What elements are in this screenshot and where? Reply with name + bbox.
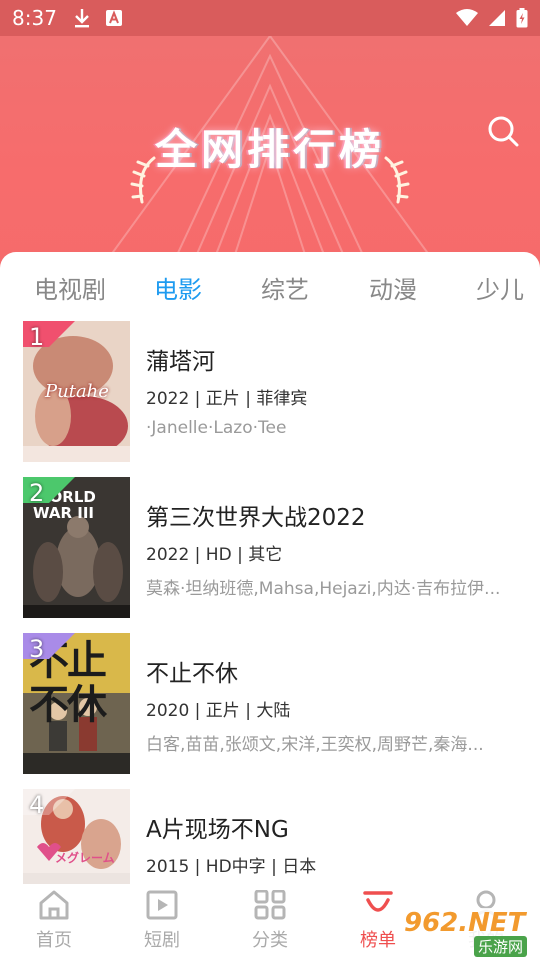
tab-movies[interactable]: 电影 [154,270,202,305]
movie-title: 不止不休 [146,661,238,687]
watermark-sub: 乐游网 [474,936,528,957]
movie-meta: 2022 | 正片 | 菲律宾 [146,389,308,409]
poster-title: Putahe [45,381,109,402]
nav-label: 分类 [252,930,288,951]
nav-label: 短剧 [144,930,180,951]
site-watermark: 962.NET 乐游网 [400,908,536,957]
movie-meta: 2020 | 正片 | 大陆 [146,701,291,721]
battery-icon [516,8,528,28]
list-item[interactable]: Putahe 1 蒲塔河 2022 | 正片 | 菲律宾 ·Janelle·La… [0,320,540,476]
movie-title: A片现场不NG [146,817,289,843]
movie-actors: ·Janelle·Lazo·Tee [146,418,287,438]
wifi-icon [456,9,478,26]
list-item[interactable]: メグレーム 4 A片现场不NG 2015 | HD中字 | 日本 [0,788,540,884]
movie-meta: 2015 | HD中字 | 日本 [146,857,317,877]
nav-label: 首页 [36,930,72,951]
signal-icon [489,10,505,26]
list-item[interactable]: 不止不休 3 不止不休 2020 | 正片 | 大陆 白客,苗苗,张颂文,宋洋,… [0,632,540,788]
rank-number: 1 [29,323,45,351]
movie-meta: 2022 | HD | 其它 [146,545,283,565]
movie-title: 第三次世界大战2022 [146,505,366,531]
rank-number: 3 [29,635,45,663]
rank-number: 2 [29,479,45,507]
movie-actors: 莫森·坦纳班德,Mahsa,Hejazi,内达·吉布拉伊... [146,579,501,599]
app-notification-icon [105,10,122,26]
search-icon[interactable] [486,114,520,148]
page-title: 全网排行榜 [154,125,385,174]
play-box-icon [146,890,178,920]
grid-icon [254,889,286,920]
category-tabs: 电视剧 电影 综艺 动漫 少儿 [0,270,540,310]
home-icon [39,890,69,920]
ranking-header: 全网排行榜 [0,36,540,270]
movie-title: 蒲塔河 [146,349,215,375]
ranking-panel: 电视剧 电影 综艺 动漫 少儿 Putahe 1 蒲塔河 2022 | 正片 |… [0,252,540,960]
tab-tv-series[interactable]: 电视剧 [34,270,106,305]
rank-number: 4 [29,791,45,819]
tab-kids[interactable]: 少儿 [476,270,524,305]
list-item[interactable]: WORLD WAR III 2 第三次世界大战2022 2022 | HD | 其… [0,476,540,632]
nav-category[interactable]: 分类 [230,889,310,952]
ranking-icon [363,891,393,912]
movie-actors: 白客,苗苗,张颂文,宋洋,王奕权,周野芒,秦海... [146,735,484,755]
poster-title: メグレーム [55,851,115,865]
movie-poster: 不止不休 3 [23,633,130,774]
status-time: 8:37 [12,6,57,30]
nav-home[interactable]: 首页 [14,890,94,952]
nav-short-drama[interactable]: 短剧 [122,890,202,952]
movie-poster: Putahe 1 [23,321,130,462]
movie-poster: メグレーム 4 [23,789,130,884]
movie-poster: WORLD WAR III 2 [23,477,130,618]
ranking-list: Putahe 1 蒲塔河 2022 | 正片 | 菲律宾 ·Janelle·La… [0,320,540,884]
download-icon [74,9,89,28]
tab-variety[interactable]: 综艺 [261,270,309,305]
watermark-brand: 962.NET [404,908,526,938]
tab-anime[interactable]: 动漫 [369,270,417,305]
status-bar: 8:37 [0,0,540,36]
